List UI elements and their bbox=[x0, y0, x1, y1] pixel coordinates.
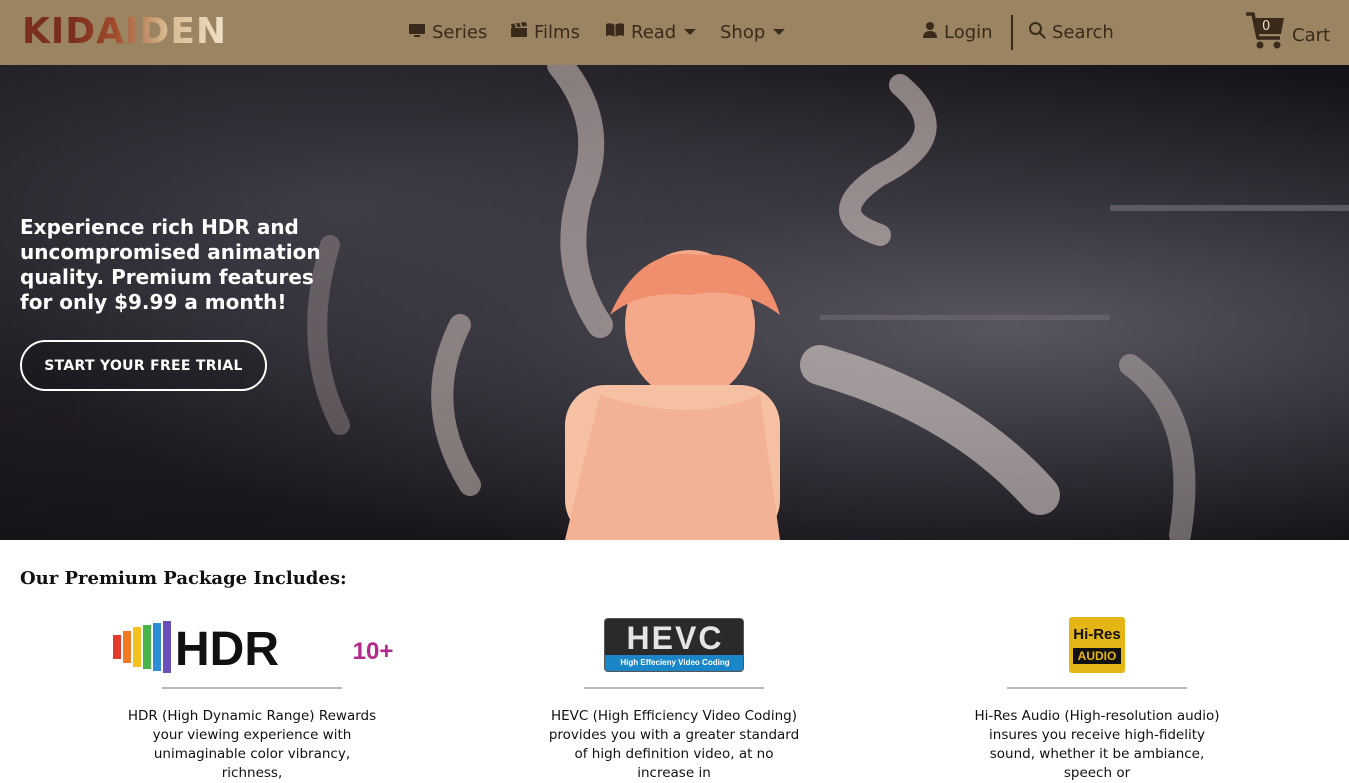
nav-series-label: Series bbox=[432, 21, 488, 43]
feature-hevc: HEVC High Effecieny Video Coding HEVC (H… bbox=[514, 615, 834, 783]
login-label: Login bbox=[944, 21, 993, 43]
nav-films-link[interactable]: Films bbox=[510, 20, 580, 44]
chevron-down-icon bbox=[773, 29, 786, 35]
feature-hdr10plus: HDR 10+ HDR (High Dynamic Range) Rewards… bbox=[92, 615, 412, 783]
nav-films-label: Films bbox=[534, 21, 580, 43]
hires-logo-text: Hi-Res bbox=[1073, 626, 1121, 643]
feature-divider bbox=[584, 687, 764, 689]
hero-headline: Experience rich HDR and uncompromised an… bbox=[20, 215, 321, 314]
premium-package-title: Our Premium Package Includes: bbox=[20, 568, 347, 589]
svg-text:HDR: HDR bbox=[175, 623, 279, 673]
nav-shop-dropdown[interactable]: Shop bbox=[720, 20, 786, 44]
hdr10plus-suffix: 10+ bbox=[352, 638, 394, 665]
logo-text: KIDAIDEN bbox=[22, 11, 228, 52]
hevc-logo-text: HEVC bbox=[626, 620, 724, 656]
chevron-down-icon bbox=[684, 29, 697, 35]
start-free-trial-button[interactable]: START YOUR FREE TRIAL bbox=[20, 340, 267, 391]
tv-icon bbox=[408, 22, 426, 43]
kidaiden-logo[interactable]: KIDAIDEN bbox=[22, 12, 227, 52]
hdr10plus-logo: HDR 10+ bbox=[92, 615, 412, 675]
search-button[interactable]: Search bbox=[1028, 20, 1114, 44]
nav-read-dropdown[interactable]: Read bbox=[605, 20, 697, 44]
feature-divider bbox=[1007, 687, 1187, 689]
feature-description: HEVC (High Efficiency Video Coding) prov… bbox=[548, 708, 800, 781]
nav-read-label: Read bbox=[631, 21, 677, 43]
search-label: Search bbox=[1052, 21, 1114, 43]
hero-banner: Experience rich HDR and uncompromised an… bbox=[0, 65, 1349, 540]
nav-shop-label: Shop bbox=[720, 21, 766, 43]
top-navigation-bar: KIDAIDEN Series Films Read Shop Login Se… bbox=[0, 0, 1349, 65]
hires-logo-subtext: AUDIO bbox=[1073, 648, 1121, 664]
feature-description: Hi-Res Audio (High-resolution audio) ins… bbox=[974, 708, 1220, 781]
hevc-logo-subtext: High Effecieny Video Coding bbox=[605, 655, 743, 671]
cart-label: Cart bbox=[1292, 24, 1331, 46]
hires-audio-logo: Hi-Res AUDIO bbox=[937, 615, 1257, 675]
login-link[interactable]: Login bbox=[922, 20, 993, 44]
user-icon bbox=[922, 21, 938, 44]
feature-divider bbox=[162, 687, 342, 689]
hevc-logo: HEVC High Effecieny Video Coding bbox=[514, 615, 834, 675]
cart-link[interactable]: Cart bbox=[1244, 11, 1331, 54]
feature-hires-audio: Hi-Res AUDIO Hi-Res Audio (High-resoluti… bbox=[937, 615, 1257, 783]
feature-description: HDR (High Dynamic Range) Rewards your vi… bbox=[127, 708, 377, 781]
clapperboard-icon bbox=[510, 21, 528, 43]
book-icon bbox=[605, 22, 625, 43]
nav-divider bbox=[1011, 15, 1013, 50]
nav-series-link[interactable]: Series bbox=[408, 20, 487, 44]
cart-count-badge: 0 bbox=[1262, 19, 1271, 34]
search-icon bbox=[1028, 21, 1046, 44]
